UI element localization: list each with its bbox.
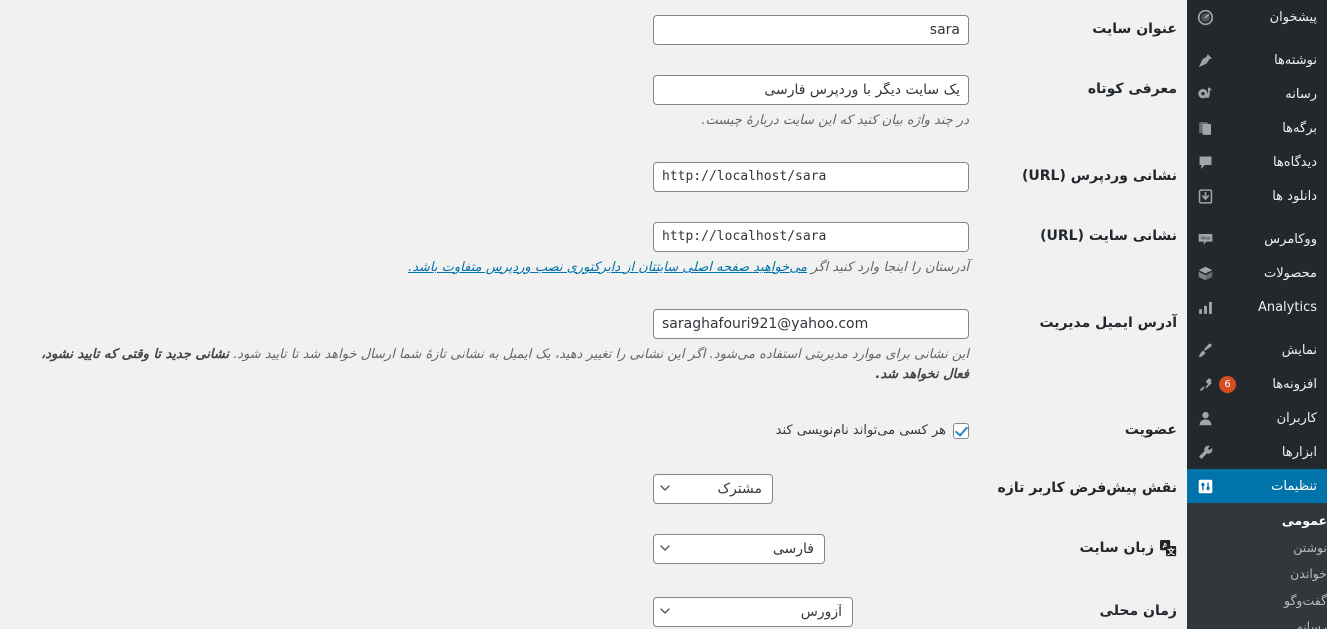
sidebar-item-woocommerce[interactable]: ووکامرس Woo	[1187, 222, 1327, 256]
settings-submenu: عمومی نوشتن خواندن گفت‌وگو رسانه پیوندها…	[1187, 503, 1327, 629]
sidebar-item-label: ووکامرس	[1264, 231, 1317, 247]
site-url-description-text: آدرستان را اینجا وارد کنید اگر	[807, 259, 969, 275]
sidebar-item-comments[interactable]: دیدگاه‌ها	[1187, 145, 1327, 179]
tagline-input[interactable]	[653, 75, 969, 105]
label-wordpress-url: نشانی وردپرس (URL)	[1021, 167, 1177, 184]
label-admin-email: آدرس ایمیل مدیریت	[1039, 314, 1177, 331]
admin-email-description: این نشانی برای موارد مدیریتی استفاده می‌…	[19, 345, 969, 387]
default-role-select[interactable]: مشترک	[653, 474, 773, 505]
sidebar-item-label: Analytics	[1257, 299, 1317, 315]
label-timezone: زمان محلی	[1099, 603, 1177, 620]
appearance-brush-icon	[1195, 340, 1215, 360]
membership-checkbox-row[interactable]: هر کسی می‌تواند نام‌نویسی کند	[653, 416, 969, 441]
sidebar-item-label: پیشخوان	[1269, 9, 1317, 25]
tools-wrench-icon	[1195, 442, 1215, 462]
sidebar-item-label: محصولات	[1264, 265, 1317, 281]
row-wordpress-url: نشانی وردپرس (URL)	[0, 147, 1187, 207]
sidebar-item-pages[interactable]: برگه‌ها	[1187, 111, 1327, 145]
sidebar-item-dashboard[interactable]: پیشخوان	[1187, 0, 1327, 34]
sidebar-item-label: دیدگاه‌ها	[1272, 154, 1317, 170]
sidebar-item-downloads[interactable]: دانلود ها	[1187, 179, 1327, 213]
general-settings-form-table: عنوان سایت معرفی کوتاه در چند واژه بیان …	[0, 0, 1187, 629]
membership-checkbox[interactable]	[953, 422, 969, 439]
sidebar-item-tools[interactable]: ابزارها	[1187, 435, 1327, 469]
sidebar-item-media[interactable]: رسانه	[1187, 77, 1327, 111]
sidebar-item-settings[interactable]: تنظیمات	[1187, 469, 1327, 503]
site-url-description: آدرستان را اینجا وارد کنید اگر می‌خواهید…	[19, 258, 969, 279]
plugins-update-badge: 6	[1219, 375, 1236, 393]
media-icon	[1195, 84, 1215, 104]
membership-checkbox-label: هر کسی می‌تواند نام‌نویسی کند	[775, 423, 946, 439]
sidebar-item-analytics[interactable]: Analytics	[1187, 290, 1327, 324]
site-url-description-link[interactable]: می‌خواهید صفحه اصلی سایتتان از دایرکتوری…	[408, 260, 807, 275]
sidebar-item-appearance[interactable]: نمایش	[1187, 333, 1327, 367]
label-tagline: معرفی کوتاه	[1087, 81, 1177, 97]
label-site-language: زبان سایت	[1079, 540, 1155, 557]
sidebar-item-label: نمایش	[1281, 342, 1317, 358]
sidebar-item-label: نوشته‌ها	[1274, 52, 1317, 68]
comments-icon	[1195, 152, 1215, 172]
menu-separator	[1187, 34, 1327, 43]
download-icon	[1195, 186, 1215, 206]
submenu-item-reading[interactable]: خواندن	[1187, 561, 1327, 588]
label-default-role: نقش پیش‌فرض کاربر تازه	[997, 480, 1177, 497]
label-site-language-wrap: زبان سایت A 文	[1080, 539, 1178, 557]
submenu-item-media[interactable]: رسانه	[1187, 614, 1327, 629]
tagline-description: در چند واژه بیان کنید که این سایت درباره…	[701, 113, 969, 128]
svg-text:文: 文	[1167, 546, 1175, 556]
sidebar-item-label: دانلود ها	[1272, 188, 1317, 204]
timezone-select[interactable]: آزورس	[653, 597, 853, 628]
products-box-icon	[1195, 263, 1215, 283]
sidebar-item-users[interactable]: کاربران	[1187, 401, 1327, 435]
woocommerce-icon: Woo	[1195, 229, 1215, 249]
sidebar-item-label: برگه‌ها	[1282, 120, 1317, 136]
wordpress-admin-screen: عنوان سایت معرفی کوتاه در چند واژه بیان …	[0, 0, 1327, 629]
sidebar-item-label: کاربران	[1276, 410, 1317, 426]
sidebar-item-label: ابزارها	[1281, 444, 1317, 460]
menu-separator	[1187, 213, 1327, 222]
wordpress-url-input[interactable]	[653, 161, 969, 192]
row-site-url: نشانی سایت (URL) آدرستان را اینجا وارد ک…	[0, 207, 1187, 294]
submenu-item-general[interactable]: عمومی	[1187, 508, 1327, 535]
svg-text:Woo: Woo	[1200, 235, 1210, 240]
sidebar-item-plugins[interactable]: افزونه‌ها 6	[1187, 367, 1327, 401]
row-site-language: زبان سایت A 文 فارسی	[0, 519, 1187, 582]
row-membership: عضویت هر کسی می‌تواند نام‌نویسی کند	[0, 401, 1187, 459]
pages-icon	[1195, 118, 1215, 138]
label-site-title: عنوان سایت	[1092, 21, 1177, 37]
label-membership: عضویت	[1124, 422, 1177, 439]
sidebar-item-products[interactable]: محصولات	[1187, 256, 1327, 290]
row-timezone: زمان محلی آزورس	[0, 582, 1187, 629]
label-site-url: نشانی سایت (URL)	[1040, 227, 1177, 244]
site-title-input[interactable]	[653, 15, 969, 45]
menu-separator	[1187, 324, 1327, 333]
dashboard-icon	[1195, 7, 1215, 27]
analytics-bars-icon	[1195, 297, 1215, 317]
users-icon	[1195, 408, 1215, 428]
admin-sidebar: پیشخوان نوشته‌ها رسانه	[1187, 0, 1327, 629]
row-site-title: عنوان سایت	[0, 0, 1187, 60]
row-default-role: نقش پیش‌فرض کاربر تازه مشترک	[0, 459, 1187, 519]
sidebar-item-posts[interactable]: نوشته‌ها	[1187, 43, 1327, 77]
row-tagline: معرفی کوتاه در چند واژه بیان کنید که این…	[0, 60, 1187, 147]
site-language-select[interactable]: فارسی	[653, 534, 825, 565]
admin-email-input[interactable]	[653, 308, 969, 339]
site-url-input[interactable]	[653, 221, 969, 252]
sidebar-item-label: تنظیمات	[1271, 478, 1317, 494]
translate-icon: A 文	[1160, 539, 1177, 557]
settings-sliders-icon	[1195, 476, 1215, 496]
pin-icon	[1195, 50, 1215, 70]
settings-general-content: عنوان سایت معرفی کوتاه در چند واژه بیان …	[0, 0, 1187, 629]
admin-email-description-text: این نشانی برای موارد مدیریتی استفاده می‌…	[229, 346, 969, 362]
sidebar-item-label: رسانه	[1285, 86, 1317, 102]
sidebar-item-label: افزونه‌ها	[1272, 376, 1317, 392]
plugins-plug-icon	[1195, 374, 1215, 394]
submenu-item-discussion[interactable]: گفت‌وگو	[1187, 588, 1327, 615]
submenu-item-writing[interactable]: نوشتن	[1187, 535, 1327, 562]
row-admin-email: آدرس ایمیل مدیریت این نشانی برای موارد م…	[0, 294, 1187, 402]
